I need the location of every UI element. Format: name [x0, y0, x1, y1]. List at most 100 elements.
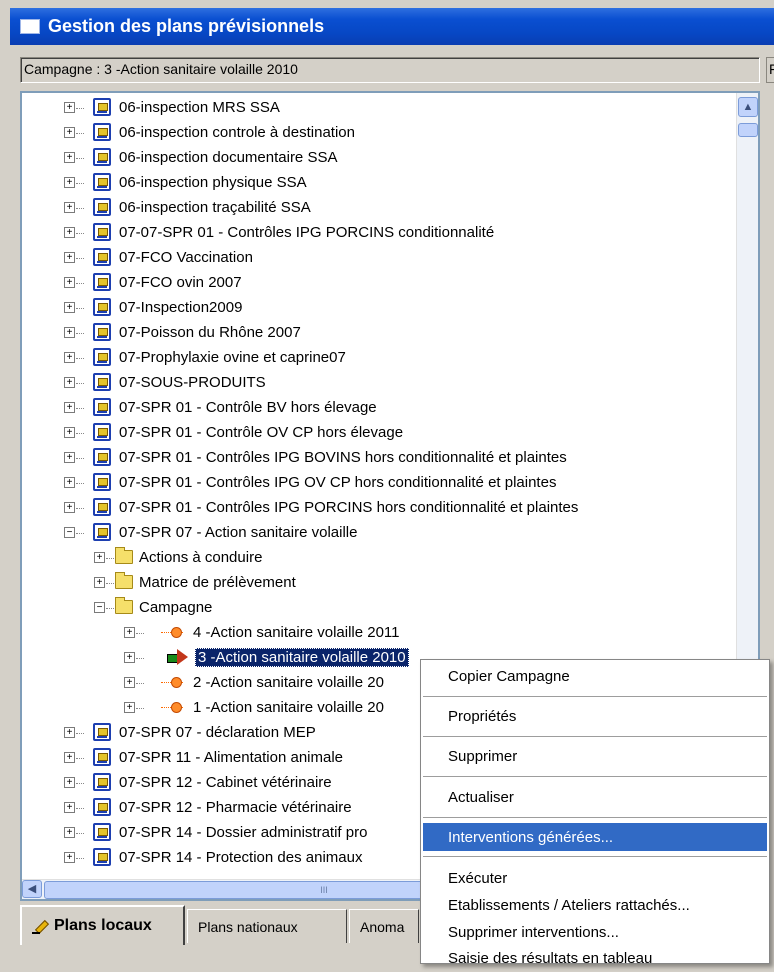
expand-toggle[interactable]: +	[64, 101, 84, 113]
expand-toggle[interactable]: +	[64, 151, 84, 163]
tree-item-label: 07-SPR 12 - Cabinet vétérinaire	[119, 773, 332, 791]
plan-icon	[93, 523, 111, 541]
plan-icon	[93, 373, 111, 391]
tree-item-label: 07-SPR 07 - Action sanitaire volaille	[119, 523, 358, 541]
expand-toggle[interactable]: +	[64, 376, 84, 388]
expand-toggle[interactable]: +	[64, 226, 84, 238]
menu-separator	[423, 856, 767, 857]
menu-separator	[423, 736, 767, 737]
plan-icon	[93, 248, 111, 266]
expand-toggle[interactable]: +	[64, 776, 84, 788]
tree-item-campaign[interactable]: +4 -Action sanitaire volaille 2011	[124, 620, 400, 644]
tree-item-plan[interactable]: +07-SPR 14 - Dossier administratif pro	[64, 820, 367, 844]
tree-item-label: 07-SPR 11 - Alimentation animale	[119, 748, 344, 766]
plan-icon	[93, 348, 111, 366]
menu-item[interactable]: Copier Campagne	[423, 662, 767, 690]
expand-toggle[interactable]: +	[124, 676, 144, 688]
menu-item[interactable]: Supprimer	[423, 742, 767, 770]
expand-toggle[interactable]: +	[64, 301, 84, 313]
tree-item-folder[interactable]: − Campagne	[94, 595, 212, 619]
expand-toggle[interactable]: +	[124, 651, 144, 663]
collapse-toggle[interactable]: −	[64, 526, 84, 538]
expand-toggle[interactable]: +	[64, 126, 84, 138]
menu-item[interactable]: Actualiser	[423, 783, 767, 811]
tree-item-folder[interactable]: + Actions à conduire	[94, 545, 262, 569]
tree-item-plan[interactable]: +06-inspection documentaire SSA	[64, 145, 337, 169]
tree-item-plan[interactable]: +07-SPR 07 - déclaration MEP	[64, 720, 316, 744]
tree-item-plan[interactable]: +07-SPR 12 - Cabinet vétérinaire	[64, 770, 332, 794]
scroll-up-button[interactable]: ▲	[738, 97, 758, 117]
tree-item-label: 07-SPR 01 - Contrôles IPG BOVINS hors co…	[119, 448, 567, 466]
side-panel-fragment-text: F	[769, 61, 774, 77]
tree-item-plan[interactable]: +07-SPR 14 - Protection des animaux	[64, 845, 362, 869]
tab-plans-nationaux[interactable]: Plans nationaux	[187, 909, 347, 943]
expand-toggle[interactable]: +	[64, 451, 84, 463]
expand-toggle[interactable]: +	[94, 576, 114, 588]
expand-toggle[interactable]: +	[64, 351, 84, 363]
tree-item-label: 07-Poisson du Rhône 2007	[119, 323, 301, 341]
expand-toggle[interactable]: +	[64, 401, 84, 413]
tree-item-plan[interactable]: +07-SPR 11 - Alimentation animale	[64, 745, 343, 769]
plan-icon	[93, 323, 111, 341]
menu-item[interactable]: Etablissements / Ateliers rattachés...	[423, 891, 767, 919]
tree-item-plan[interactable]: +07-SPR 01 - Contrôles IPG PORCINS hors …	[64, 495, 578, 519]
expand-toggle[interactable]: +	[64, 476, 84, 488]
tree-item-label: 07-FCO Vaccination	[119, 248, 253, 266]
menu-separator	[423, 696, 767, 697]
plan-icon	[93, 498, 111, 516]
tree-item-plan[interactable]: +07-Prophylaxie ovine et caprine07	[64, 345, 346, 369]
tree-item-label: 07-SPR 07 - déclaration MEP	[119, 723, 316, 741]
expand-toggle[interactable]: +	[124, 701, 144, 713]
expand-toggle[interactable]: +	[64, 726, 84, 738]
tree-item-plan[interactable]: +07-FCO Vaccination	[64, 245, 253, 269]
expand-toggle[interactable]: +	[94, 551, 114, 563]
tree-item-plan[interactable]: +07-SPR 01 - Contrôles IPG OV CP hors co…	[64, 470, 556, 494]
plan-icon	[93, 848, 111, 866]
tree-item-plan[interactable]: +07-07-SPR 01 - Contrôles IPG PORCINS co…	[64, 220, 494, 244]
vertical-scroll-thumb[interactable]	[738, 123, 758, 137]
tree-item-campaign[interactable]: +2 -Action sanitaire volaille 20	[124, 670, 384, 694]
scroll-left-button[interactable]: ◀	[22, 880, 42, 898]
expand-toggle[interactable]: +	[64, 176, 84, 188]
expand-toggle[interactable]: +	[64, 326, 84, 338]
tree-item-folder[interactable]: + Matrice de prélèvement	[94, 570, 296, 594]
expand-toggle[interactable]: +	[124, 626, 144, 638]
expand-toggle[interactable]: +	[64, 426, 84, 438]
tree-item-plan[interactable]: +07-Poisson du Rhône 2007	[64, 320, 301, 344]
expand-toggle[interactable]: +	[64, 501, 84, 513]
tree-item-plan[interactable]: +06-inspection MRS SSA	[64, 95, 280, 119]
tree-item-plan[interactable]: +07-SOUS-PRODUITS	[64, 370, 266, 394]
expand-toggle[interactable]: +	[64, 826, 84, 838]
tree-item-plan[interactable]: +07-Inspection2009	[64, 295, 242, 319]
menu-item[interactable]: Supprimer interventions...	[423, 918, 767, 946]
expand-toggle[interactable]: +	[64, 751, 84, 763]
menu-item[interactable]: Saisie des résultats en tableau	[423, 944, 767, 972]
expand-toggle[interactable]: +	[64, 276, 84, 288]
tree-item-label: 2 -Action sanitaire volaille 20	[193, 673, 384, 691]
tree-item-plan[interactable]: +07-SPR 12 - Pharmacie vétérinaire	[64, 795, 352, 819]
campaign-icon	[161, 701, 189, 713]
expand-toggle[interactable]: +	[64, 201, 84, 213]
tab-anomalies[interactable]: Anoma	[349, 909, 419, 943]
tab-plans-locaux[interactable]: Plans locaux	[20, 905, 185, 945]
collapse-toggle[interactable]: −	[94, 601, 114, 613]
tree-item-plan[interactable]: +06-inspection traçabilité SSA	[64, 195, 311, 219]
expand-toggle[interactable]: +	[64, 851, 84, 863]
tree-item-campaign[interactable]: +1 -Action sanitaire volaille 20	[124, 695, 384, 719]
tree-item-plan[interactable]: +06-inspection controle à destination	[64, 120, 355, 144]
menu-item[interactable]: Interventions générées...	[423, 823, 767, 851]
tree-item-label: 07-SPR 01 - Contrôle OV CP hors élevage	[119, 423, 404, 441]
tree-item-campaign[interactable]: +3 -Action sanitaire volaille 2010	[124, 645, 409, 669]
tree-item-plan[interactable]: +06-inspection physique SSA	[64, 170, 307, 194]
expand-toggle[interactable]: +	[64, 251, 84, 263]
menu-item[interactable]: Propriétés	[423, 702, 767, 730]
tree-item-plan[interactable]: +07-SPR 01 - Contrôle BV hors élevage	[64, 395, 377, 419]
menu-item[interactable]: Exécuter	[423, 864, 767, 892]
expand-toggle[interactable]: +	[64, 801, 84, 813]
tree-item-plan[interactable]: +07-FCO ovin 2007	[64, 270, 242, 294]
tree-item-plan[interactable]: − 07-SPR 07 - Action sanitaire volaille	[64, 520, 357, 544]
tab-label: Anoma	[360, 918, 405, 935]
window-titlebar[interactable]: Gestion des plans prévisionnels	[10, 8, 774, 45]
tree-item-plan[interactable]: +07-SPR 01 - Contrôle OV CP hors élevage	[64, 420, 403, 444]
tree-item-plan[interactable]: +07-SPR 01 - Contrôles IPG BOVINS hors c…	[64, 445, 567, 469]
